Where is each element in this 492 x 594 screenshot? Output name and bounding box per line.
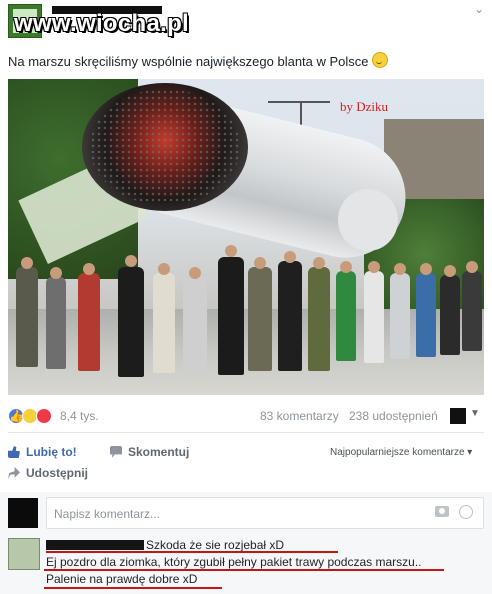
camera-icon[interactable] <box>435 506 449 517</box>
joint-ember-texture <box>90 89 240 205</box>
post-text: Na marszu skręciliśmy wspólnie największ… <box>8 52 388 69</box>
watermark: www.wiocha.pl <box>14 10 190 37</box>
comment-placeholder: Napisz komentarz... <box>54 507 161 521</box>
share-label: Udostępnij <box>26 466 88 480</box>
comment-button[interactable]: Skomentuj <box>110 445 189 459</box>
share-icon <box>8 467 20 479</box>
photo-caption: by Dziku <box>340 99 389 114</box>
shares-count[interactable]: 238 udostępnień <box>349 409 438 423</box>
post-photo[interactable]: by Dziku <box>8 79 484 395</box>
red-underline <box>46 551 338 553</box>
reaction-icons[interactable] <box>8 408 52 424</box>
comment-label: Skomentuj <box>128 445 190 459</box>
like-label: Lubię to! <box>26 445 77 459</box>
chevron-down-icon[interactable]: ⌄ <box>474 2 484 16</box>
comment-line-2: Ej pozdro dla ziomka, który zgubił pełny… <box>46 555 422 569</box>
user-avatar[interactable] <box>8 498 38 528</box>
comment-icon <box>110 446 122 458</box>
red-underline <box>44 587 222 589</box>
sharer-avatar[interactable] <box>450 408 466 424</box>
comment-line-1: Szkoda że sie rozjebał xD <box>146 538 285 552</box>
facebook-post: www.wiocha.pl ⌄ Na marszu skręciliśmy ws… <box>0 0 492 594</box>
comment-item: Szkoda że sie rozjebał xD Ej pozdro dla … <box>0 536 492 594</box>
street-lamp-arm <box>268 101 330 103</box>
smiley-icon <box>371 52 388 68</box>
reaction-count[interactable]: 8,4 tys. <box>60 409 99 423</box>
caret-down-icon[interactable]: ▼ <box>470 408 480 419</box>
commenter-name-redacted[interactable] <box>46 540 144 550</box>
commenter-avatar[interactable] <box>8 538 40 570</box>
emoji-icon[interactable] <box>459 505 473 519</box>
comments-count[interactable]: 83 komentarzy <box>260 409 339 423</box>
share-button[interactable]: Udostępnij <box>8 466 88 480</box>
comments-section: Napisz komentarz... Szkoda że sie rozjeb… <box>0 492 492 594</box>
red-underline <box>44 569 444 571</box>
post-actions: Lubię to! Skomentuj Udostępnij Najpopula… <box>0 441 492 485</box>
comment-sort-dropdown[interactable]: Najpopularniejsze komentarze ▾ <box>330 447 472 458</box>
divider <box>8 432 484 433</box>
thumbs-up-icon <box>8 446 20 458</box>
comment-input[interactable]: Napisz komentarz... <box>46 497 484 529</box>
post-text-content: Na marszu skręciliśmy wspólnie największ… <box>8 54 369 69</box>
comment-line-3: Palenie na prawdę dobre xD <box>46 572 198 586</box>
post-header: www.wiocha.pl ⌄ <box>0 0 492 44</box>
love-reaction-icon <box>36 408 52 424</box>
crowd <box>8 237 484 377</box>
like-button[interactable]: Lubię to! <box>8 445 77 459</box>
post-stats: 8,4 tys. 83 komentarzy 238 udostępnień ▼ <box>0 404 492 428</box>
